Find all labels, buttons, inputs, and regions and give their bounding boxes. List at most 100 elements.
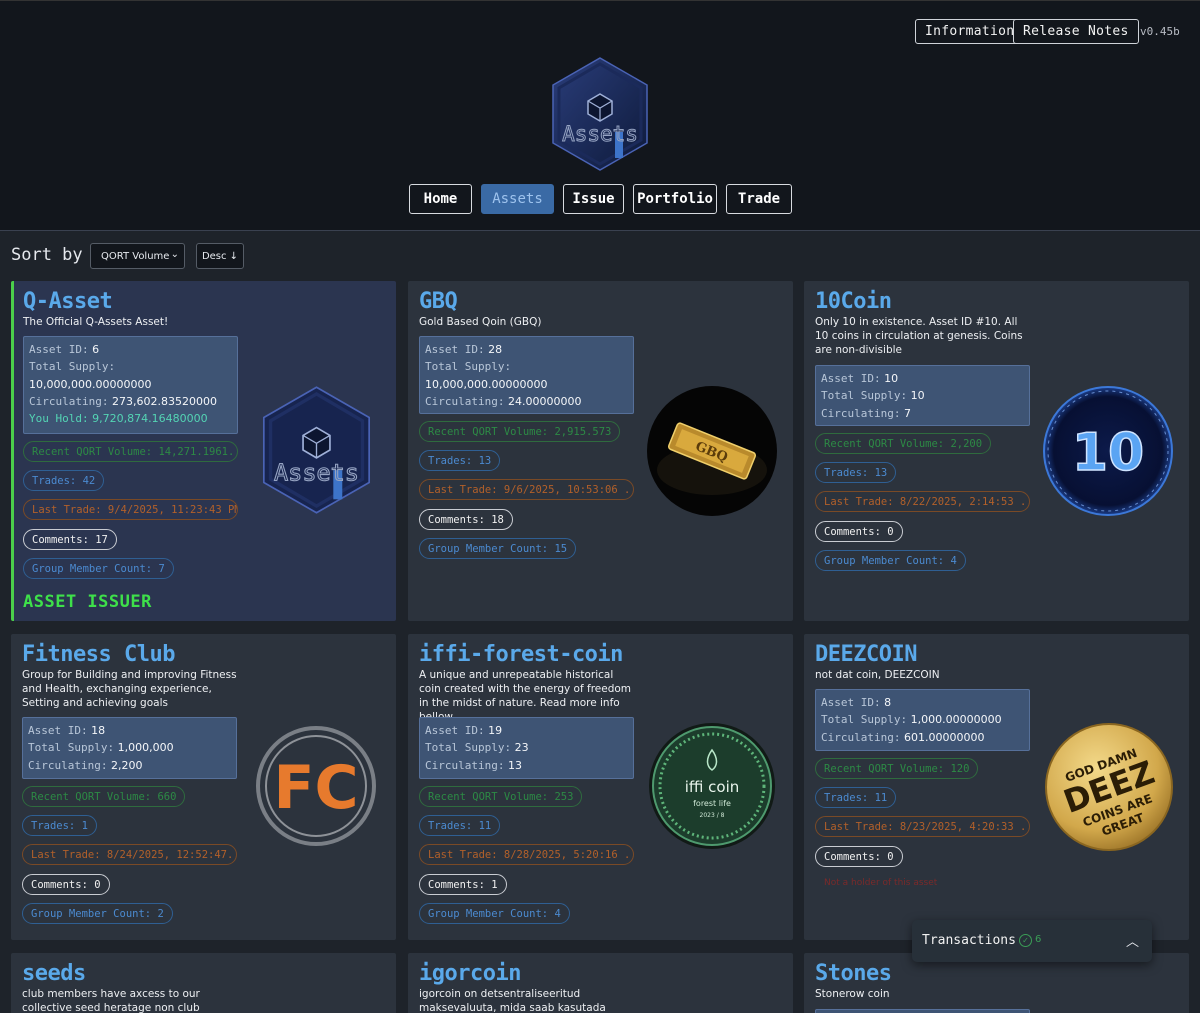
deez-coin-image: GOD DAMN DEEZ COINS ARE GREAT [1045,723,1173,851]
asset-description: Only 10 in existence. Asset ID #10. All … [815,316,1023,356]
comments-badge[interactable]: Comments: 1 [419,874,507,895]
sort-label: Sort by [11,245,83,265]
asset-card-iffi-forest-coin[interactable]: iffi-forest-coin A unique and unrepeatab… [408,634,793,940]
comments-badge[interactable]: Comments: 0 [815,521,903,542]
asset-info-box: Asset ID: 10 Total Supply: 10 Circulatin… [815,365,1030,426]
asset-description: Group for Building and improving Fitness… [22,669,237,709]
transactions-title: Transactions [922,933,1016,948]
asset-issuer-label: ASSET ISSUER [23,592,152,612]
asset-name: GBQ [419,289,458,314]
asset-name: iffi-forest-coin [419,642,623,667]
main-nav: Home Assets Issue Portfolio Trade [0,184,1200,214]
trades-badge[interactable]: Trades: 11 [419,815,501,836]
comments-badge[interactable]: Comments: 18 [419,509,513,530]
trades-badge[interactable]: Trades: 13 [815,462,897,483]
asset-description: Gold Based Qoin (GBQ) [419,316,542,328]
last-trade-badge[interactable]: Last Trade: 9/4/2025, 11:23:43 PM [23,499,238,520]
comments-badge[interactable]: Comments: 17 [23,529,117,550]
recent-volume-badge[interactable]: Recent QORT Volume: 660 [22,786,186,807]
trades-badge[interactable]: Trades: 11 [815,787,897,808]
nav-home[interactable]: Home [409,184,472,214]
group-members-badge[interactable]: Group Member Count: 7 [23,558,174,579]
asset-info-box: Asset ID: 8 Total Supply: 1,000.00000000… [815,689,1030,751]
asset-description: A unique and unrepeatable historical coi… [419,669,632,723]
chevron-up-icon[interactable]: ︿ [1126,931,1139,950]
sort-direction-button[interactable]: Desc ↓ [196,243,244,269]
forest-coin-image: iffi coin forest life 2023 / 8 [649,723,775,849]
asset-description: club members have axcess to our collecti… [22,988,200,1013]
asset-card-deezcoin[interactable]: DEEZCOIN not dat coin, DEEZCOIN Asset ID… [804,634,1189,940]
asset-info-box: Asset ID: 6 Total Supply: 10,000,000.000… [23,336,238,434]
recent-volume-badge[interactable]: Recent QORT Volume: 120 [815,758,979,779]
group-members-badge[interactable]: Group Member Count: 15 [419,538,577,559]
app-header: Information Release Notes v0.45b Assets … [0,0,1200,231]
last-trade-badge[interactable]: Last Trade: 8/28/2025, 5:20:16 ... [419,844,634,865]
asset-name: DEEZCOIN [815,642,917,667]
trades-badge[interactable]: Trades: 42 [23,470,105,491]
forest-coin-text: iffi coin [685,778,740,796]
not-holder-label: Not a holder of this asset [824,878,938,888]
last-trade-badge[interactable]: Last Trade: 8/23/2025, 4:20:33 ... [815,816,1030,837]
forest-coin-subtext: forest life [693,799,731,808]
asset-card-igorcoin[interactable]: igorcoin igorcoin on detsentraliseeritud… [408,953,793,1013]
release-notes-button[interactable]: Release Notes [1013,19,1139,44]
asset-info-box: Asset ID: 18 Total Supply: 1,000,000 Cir… [22,717,237,779]
asset-card-10coin[interactable]: 10Coin Only 10 in existence. Asset ID #1… [804,281,1189,621]
asset-name: Stones [815,961,892,986]
asset-card-stones[interactable]: Stones Stonerow coin [804,953,1189,1013]
logo-text: Assets [274,458,359,486]
asset-name: igorcoin [419,961,521,986]
ten-coin-text: 10 [1072,423,1144,483]
asset-name: seeds [22,961,86,986]
nav-issue[interactable]: Issue [563,184,624,214]
asset-card-gbq[interactable]: GBQ Gold Based Qoin (GBQ) Asset ID: 28 T… [408,281,793,621]
asset-card-q-asset[interactable]: Q-Asset The Official Q-Assets Asset! Ass… [11,281,396,621]
sort-bar: Sort by QORT Volume ⌄ Desc ↓ [11,243,411,269]
nav-portfolio[interactable]: Portfolio [633,184,717,214]
asset-card-seeds[interactable]: seeds club members have axcess to our co… [11,953,396,1013]
recent-volume-badge[interactable]: Recent QORT Volume: 14,271.1961... [23,441,238,462]
transactions-count: 6 [1035,934,1042,945]
transactions-panel[interactable]: Transactions ✓ 6 ︿ [912,920,1152,962]
last-trade-badge[interactable]: Last Trade: 9/6/2025, 10:53:06 ... [419,479,634,500]
forest-coin-year: 2023 / 8 [700,812,725,819]
ten-coin-image: 10 [1043,386,1173,516]
trades-badge[interactable]: Trades: 1 [22,815,97,836]
last-trade-badge[interactable]: Last Trade: 8/24/2025, 12:52:47... [22,844,237,865]
group-members-badge[interactable]: Group Member Count: 4 [815,550,966,571]
asset-description: Stonerow coin [815,988,890,1000]
qassets-logo[interactable]: Assets [549,56,651,172]
group-members-badge[interactable]: Group Member Count: 2 [22,903,173,924]
nav-trade[interactable]: Trade [726,184,792,214]
asset-name: Fitness Club [22,642,175,667]
asset-description: igorcoin on detsentraliseeritud makseval… [419,988,606,1013]
sort-select[interactable]: QORT Volume ⌄ [90,243,185,269]
chevron-down-icon: ⌄ [170,249,179,260]
qassets-cube-image: Assets [262,386,371,514]
asset-description: not dat coin, DEEZCOIN [815,669,940,681]
group-members-badge[interactable]: Group Member Count: 4 [419,903,570,924]
recent-volume-badge[interactable]: Recent QORT Volume: 2,200 [815,433,992,454]
asset-card-fitness-club[interactable]: Fitness Club Group for Building and impr… [11,634,396,940]
logo-text: Assets [562,122,638,146]
asset-description: The Official Q-Assets Asset! [23,316,169,328]
information-button[interactable]: Information [915,19,1025,44]
fc-badge-image: FC [256,726,376,846]
gold-bar-image: GBQ [647,386,777,516]
recent-volume-badge[interactable]: Recent QORT Volume: 253 [419,786,583,807]
asset-info-box: Asset ID: 28 Total Supply: 10,000,000.00… [419,336,634,414]
fc-badge-text: FC [273,753,358,823]
asset-name: Q-Asset [23,289,113,314]
trades-badge[interactable]: Trades: 13 [419,450,501,471]
nav-assets[interactable]: Assets [481,184,554,214]
asset-info-box [815,1009,1030,1013]
version-label: v0.45b [1140,25,1180,38]
recent-volume-badge[interactable]: Recent QORT Volume: 2,915.573 [419,421,621,442]
comments-badge[interactable]: Comments: 0 [22,874,110,895]
comments-badge[interactable]: Comments: 0 [815,846,903,867]
sort-select-value: QORT Volume [101,250,170,262]
check-circle-icon: ✓ [1019,934,1032,947]
asset-name: 10Coin [815,289,892,314]
asset-info-box: Asset ID: 19 Total Supply: 23 Circulatin… [419,717,634,779]
last-trade-badge[interactable]: Last Trade: 8/22/2025, 2:14:53 ... [815,491,1030,512]
